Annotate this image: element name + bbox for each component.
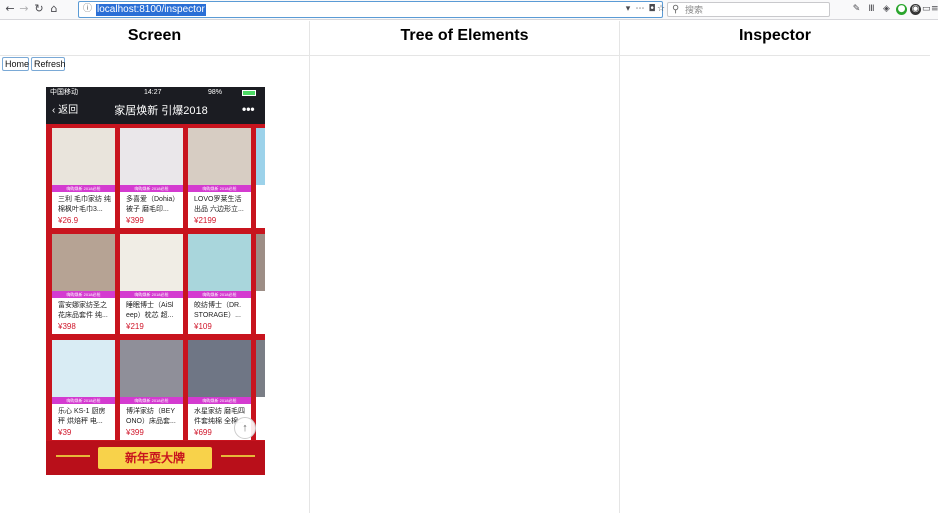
product-card-partial[interactable] — [256, 340, 265, 440]
screen-panel: Screen Home Refresh 中国移动 14:27 98% ‹ 返回 … — [0, 21, 310, 513]
sidebar-icon[interactable]: ▭ — [922, 4, 931, 15]
product-price: ¥399 — [126, 428, 144, 437]
product-image — [256, 128, 265, 185]
product-card[interactable]: 嗨购焕新 2018必抢乐心 KS-1 厨房 秤 烘焙秤 电... ¥39 — [52, 340, 115, 440]
product-card[interactable]: 嗨购焕新 2018必抢博洋家纺（BEY ONO）床品套... ¥399 — [120, 340, 183, 440]
back-button[interactable]: ‹ 返回 — [52, 104, 78, 118]
battery-icon — [242, 90, 256, 96]
product-card[interactable]: 嗨购焕新 2018必抢多喜爱（Dohia）被子 磨毛印... ¥399 — [120, 128, 183, 228]
product-card[interactable]: 嗨购焕新 2018必抢富安娜家纺圣之 花床品套件 纯... ¥398 — [52, 234, 115, 334]
battery-label: 98% — [208, 89, 223, 96]
product-name: LOVO罗莱生活 出品 六边形立... — [194, 196, 244, 213]
dark-extension-icon[interactable]: ◉ — [910, 4, 921, 15]
promo-strip: 嗨购焕新 2018必抢 — [52, 397, 115, 404]
search-bar[interactable]: ⚲ 搜索 — [667, 2, 830, 17]
product-image — [256, 340, 265, 397]
product-name: 睡眠博士（AiSl eep）枕芯 超... — [126, 302, 174, 319]
tree-heading: Tree of Elements — [310, 21, 619, 56]
inspector-heading: Inspector — [620, 21, 930, 56]
scroll-to-top-button[interactable]: ↑ — [234, 417, 256, 439]
phone-page-title: 家居焕新 引爆2018 — [114, 105, 208, 117]
product-card[interactable]: 嗨购焕新 2018必抢皎纺博士（DR. STORAGE）... ¥109 — [188, 234, 251, 334]
product-card-partial[interactable] — [256, 128, 265, 228]
product-image — [52, 340, 115, 397]
refresh-button[interactable]: Refresh — [31, 57, 66, 71]
device-screenshot[interactable]: 中国移动 14:27 98% ‹ 返回 家居焕新 引爆2018 ••• 嗨购焕新… — [46, 87, 265, 475]
promo-strip: 嗨购焕新 2018必抢 — [120, 185, 183, 192]
product-card[interactable]: 嗨购焕新 2018必抢 LOVO罗莱生活 出品 六边形立... ¥2199 — [188, 128, 251, 228]
banner-decoration-right — [221, 455, 255, 457]
more-menu-icon[interactable]: ••• — [242, 102, 255, 116]
menu-icon[interactable]: ≡ — [931, 4, 938, 15]
product-image — [52, 234, 115, 291]
product-image — [120, 234, 183, 291]
product-image — [188, 128, 251, 185]
product-name: 博洋家纺（BEY ONO）床品套... — [126, 408, 176, 425]
green-extension-icon[interactable]: ● — [896, 4, 907, 15]
product-name: 三利 毛巾家纺 纯棉枫叶毛巾3... — [58, 196, 111, 213]
product-name: 富安娜家纺圣之 花床品套件 纯... — [58, 302, 108, 319]
product-price: ¥26.9 — [58, 216, 79, 225]
product-price: ¥219 — [126, 322, 144, 331]
back-icon[interactable]: ← — [3, 2, 17, 16]
promo-strip: 嗨购焕新 2018必抢 — [188, 185, 251, 192]
product-name: 乐心 KS-1 厨房 秤 烘焙秤 电... — [58, 408, 106, 425]
phone-status-bar: 中国移动 14:27 98% — [46, 87, 265, 98]
product-price: ¥109 — [194, 322, 212, 331]
product-price: ¥398 — [58, 322, 76, 331]
home-icon[interactable]: ⌂ — [47, 2, 61, 16]
carrier-label: 中国移动 — [50, 89, 78, 96]
product-name: 皎纺博士（DR. STORAGE）... — [194, 302, 242, 319]
forward-icon[interactable]: → — [17, 2, 31, 16]
product-price: ¥699 — [194, 428, 212, 437]
product-name: 多喜爱（Dohia）被子 磨毛印... — [126, 196, 180, 213]
promo-strip: 嗨购焕新 2018必抢 — [120, 397, 183, 404]
promo-strip: 嗨购焕新 2018必抢 — [188, 397, 251, 404]
back-label: 返回 — [58, 105, 79, 116]
product-card[interactable]: 嗨购焕新 2018必抢三利 毛巾家纺 纯棉枫叶毛巾3... ¥26.9 — [52, 128, 115, 228]
product-image — [120, 340, 183, 397]
product-price: ¥2199 — [194, 216, 217, 225]
product-card[interactable]: 嗨购焕新 2018必抢睡眠博士（AiSl eep）枕芯 超... ¥219 — [120, 234, 183, 334]
banner-decoration-left — [56, 455, 90, 457]
promo-strip: 嗨购焕新 2018必抢 — [52, 185, 115, 192]
reload-icon[interactable]: ↻ — [32, 2, 46, 16]
promo-strip: 嗨购焕新 2018必抢 — [52, 291, 115, 298]
search-placeholder: 搜索 — [685, 5, 704, 15]
product-card-partial[interactable] — [256, 234, 265, 334]
screen-heading: Screen — [0, 21, 309, 56]
product-image — [188, 234, 251, 291]
bookmark-star-icon[interactable]: ☆ — [657, 3, 665, 16]
url-bar[interactable]: ⓘ localhost:8100/inspector ▾ ⋯ ◘ ☆ — [78, 1, 665, 18]
library-icon[interactable]: Ⅲ — [866, 4, 877, 15]
dropdown-icon[interactable]: ▾ — [622, 3, 634, 16]
inspector-panel: Inspector — [620, 21, 930, 513]
phone-nav-bar: ‹ 返回 家居焕新 引爆2018 ••• — [46, 98, 265, 124]
product-image — [52, 128, 115, 185]
home-button[interactable]: Home — [2, 57, 29, 71]
promo-strip: 嗨购焕新 2018必抢 — [120, 291, 183, 298]
search-icon: ⚲ — [672, 4, 680, 15]
product-image — [188, 340, 251, 397]
product-image — [256, 234, 265, 291]
tree-panel: Tree of Elements — [310, 21, 620, 513]
promo-strip: 嗨购焕新 2018必抢 — [188, 291, 251, 298]
clock-label: 14:27 — [144, 89, 162, 96]
tools-icon[interactable]: ✎ — [851, 4, 862, 15]
info-icon[interactable]: ⓘ — [83, 3, 95, 16]
promo-banner-label: 新年耍大牌 — [98, 447, 212, 469]
url-text[interactable]: localhost:8100/inspector — [96, 4, 206, 16]
promo-banner[interactable]: 新年耍大牌 — [46, 441, 265, 475]
product-price: ¥39 — [58, 428, 72, 437]
product-image — [120, 128, 183, 185]
sync-icon[interactable]: ◈ — [881, 4, 892, 15]
product-price: ¥399 — [126, 216, 144, 225]
browser-toolbar: ← → ↻ ⌂ ⓘ localhost:8100/inspector ▾ ⋯ ◘… — [0, 0, 938, 20]
more-icon[interactable]: ⋯ — [634, 3, 646, 16]
